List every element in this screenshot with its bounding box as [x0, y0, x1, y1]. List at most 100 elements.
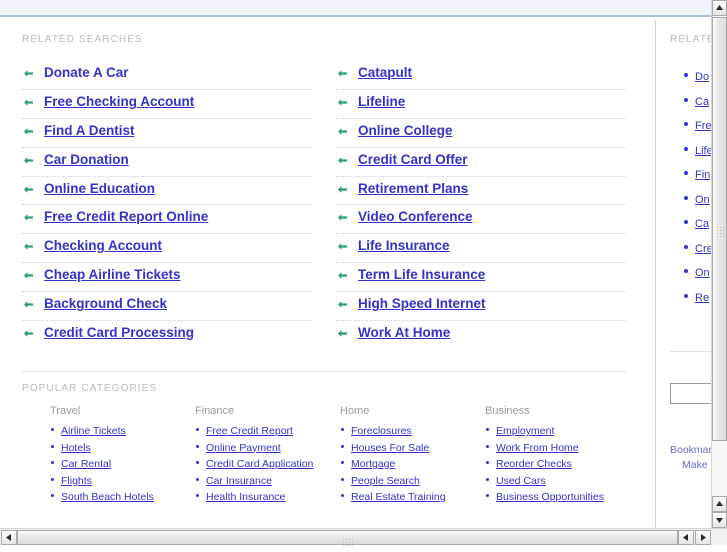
category-link[interactable]: Employment: [496, 425, 554, 437]
related-search-link[interactable]: Credit Card Offer: [358, 152, 468, 167]
bullet-dot-icon: [684, 171, 688, 175]
scroll-left-arrow-secondary-icon[interactable]: [678, 530, 694, 545]
category-link[interactable]: Houses For Sale: [351, 442, 429, 454]
list-item: Flights: [50, 472, 195, 489]
category-link[interactable]: Work From Home: [496, 442, 579, 454]
category-link[interactable]: Online Payment: [206, 442, 281, 454]
list-item: Foreclosures: [340, 422, 485, 439]
bookmark-link[interactable]: Bookmark: [670, 443, 711, 458]
related-search-link[interactable]: Car Donation: [44, 152, 129, 167]
category-link[interactable]: Flights: [61, 475, 92, 487]
related-search-link[interactable]: Background Check: [44, 296, 167, 311]
sidebar-link[interactable]: Ca: [695, 218, 709, 230]
sidebar-search-input[interactable]: [670, 383, 711, 404]
related-search-link[interactable]: Find A Dentist: [44, 123, 135, 138]
category-link[interactable]: Free Credit Report: [206, 425, 293, 437]
category-link[interactable]: Used Cars: [496, 475, 546, 487]
horizontal-scrollbar[interactable]: [0, 528, 727, 546]
related-search-link[interactable]: Lifeline: [358, 94, 405, 109]
category-link-list: Foreclosures Houses For Sale Mortgage Peopl…: [340, 422, 485, 505]
related-search-link[interactable]: Retirement Plans: [358, 181, 468, 196]
horizontal-scroll-thumb[interactable]: [17, 530, 678, 546]
list-item: People Search: [340, 472, 485, 489]
related-search-link[interactable]: Online College: [358, 123, 453, 138]
category-link[interactable]: South Beach Hotels: [61, 491, 154, 503]
related-search-row: Free Checking Account: [22, 90, 312, 119]
related-search-link[interactable]: High Speed Internet: [358, 296, 486, 311]
sidebar-link[interactable]: Fin: [695, 169, 710, 181]
list-item: Employment: [485, 422, 630, 439]
scroll-left-arrow-icon[interactable]: [1, 530, 17, 545]
bullet-dot-icon: [486, 477, 489, 481]
sidebar-link-row: Fre: [684, 116, 711, 141]
related-search-row: Retirement Plans: [336, 177, 626, 206]
sidebar-link-row: Ca: [684, 92, 711, 117]
bullet-dot-icon: [684, 146, 688, 151]
category-link[interactable]: Car Rental: [61, 458, 111, 470]
category-link[interactable]: Credit Card Application: [206, 458, 313, 470]
popular-categories-grid: Travel Airline Tickets Hotels Car Rental Fli…: [50, 405, 650, 505]
bullet-dot-icon: [51, 428, 54, 431]
list-item: Real Estate Training: [340, 488, 485, 505]
category-link[interactable]: Business Opportunities: [496, 491, 604, 503]
category-link[interactable]: Hotels: [61, 442, 91, 454]
category-link[interactable]: Health Insurance: [206, 491, 285, 503]
sidebar-link[interactable]: Ca: [695, 96, 709, 108]
arrow-bullet-icon: [338, 98, 347, 107]
sidebar-link[interactable]: Life: [695, 145, 711, 157]
scroll-right-arrow-icon[interactable]: [695, 530, 711, 545]
related-search-link[interactable]: Video Conference: [358, 209, 473, 224]
vertical-scroll-thumb[interactable]: [712, 17, 727, 441]
related-search-link[interactable]: Life Insurance: [358, 238, 450, 253]
related-search-link[interactable]: Online Education: [44, 181, 155, 196]
vertical-scrollbar[interactable]: [711, 0, 727, 528]
bullet-dot-icon: [341, 494, 344, 497]
related-search-row: Lifeline: [336, 90, 626, 119]
category-link[interactable]: Airline Tickets: [61, 425, 126, 437]
related-search-link[interactable]: Term Life Insurance: [358, 267, 485, 282]
related-search-link[interactable]: Checking Account: [44, 238, 162, 253]
sidebar-link-row: Do: [684, 67, 711, 92]
category-link[interactable]: Mortgage: [351, 458, 395, 470]
arrow-bullet-icon: [24, 127, 33, 136]
sidebar-link-row: On: [684, 263, 711, 288]
category-link[interactable]: People Search: [351, 475, 420, 487]
sidebar-link[interactable]: Cre: [695, 243, 711, 255]
scroll-up-arrow-secondary-icon[interactable]: [712, 496, 727, 512]
related-search-link[interactable]: Free Credit Report Online: [44, 209, 208, 224]
scroll-down-arrow-icon[interactable]: [712, 512, 727, 528]
sidebar-link[interactable]: On: [695, 194, 710, 206]
sidebar-link-row: Cre: [684, 239, 711, 264]
category-link[interactable]: Real Estate Training: [351, 491, 446, 503]
list-item: Online Payment: [195, 439, 340, 456]
category-link-list: Employment Work From Home Reorder Checks Us…: [485, 422, 630, 505]
related-search-link[interactable]: Credit Card Processing: [44, 325, 194, 340]
list-item: Hotels: [50, 439, 195, 456]
sidebar-link[interactable]: Fre: [695, 120, 711, 132]
vertical-scroll-track[interactable]: [712, 16, 727, 496]
scroll-up-arrow-icon[interactable]: [712, 0, 727, 16]
sidebar-link[interactable]: On: [695, 267, 710, 279]
category-link[interactable]: Reorder Checks: [496, 458, 572, 470]
sidebar-link[interactable]: Re: [695, 292, 709, 304]
sidebar-link-row: Re: [684, 288, 711, 313]
category-link-list: Airline Tickets Hotels Car Rental Flights So…: [50, 422, 195, 505]
related-search-link[interactable]: Work At Home: [358, 325, 450, 340]
bullet-dot-icon: [486, 494, 489, 497]
horizontal-scroll-track[interactable]: [17, 530, 678, 546]
related-search-row: Credit Card Offer: [336, 148, 626, 177]
related-searches-column-right: Catapult Lifeline Online College Credit Car…: [336, 61, 626, 350]
category-column: Home Foreclosures Houses For Sale Mortgage P…: [340, 405, 485, 505]
sidebar-link[interactable]: Do: [695, 71, 709, 83]
related-search-link[interactable]: Free Checking Account: [44, 94, 194, 109]
arrow-bullet-icon: [338, 127, 347, 136]
related-search-link[interactable]: Donate A Car: [44, 65, 129, 80]
category-link[interactable]: Foreclosures: [351, 425, 412, 437]
make-this-homepage-link[interactable]: Make this: [670, 458, 711, 473]
category-link[interactable]: Car Insurance: [206, 475, 272, 487]
related-searches-grid: Donate A Car Free Checking Account Find A …: [22, 61, 626, 350]
related-search-link[interactable]: Catapult: [358, 65, 412, 80]
related-search-link[interactable]: Cheap Airline Tickets: [44, 267, 181, 282]
related-search-row: Video Conference: [336, 205, 626, 235]
bullet-dot-icon: [341, 477, 344, 481]
